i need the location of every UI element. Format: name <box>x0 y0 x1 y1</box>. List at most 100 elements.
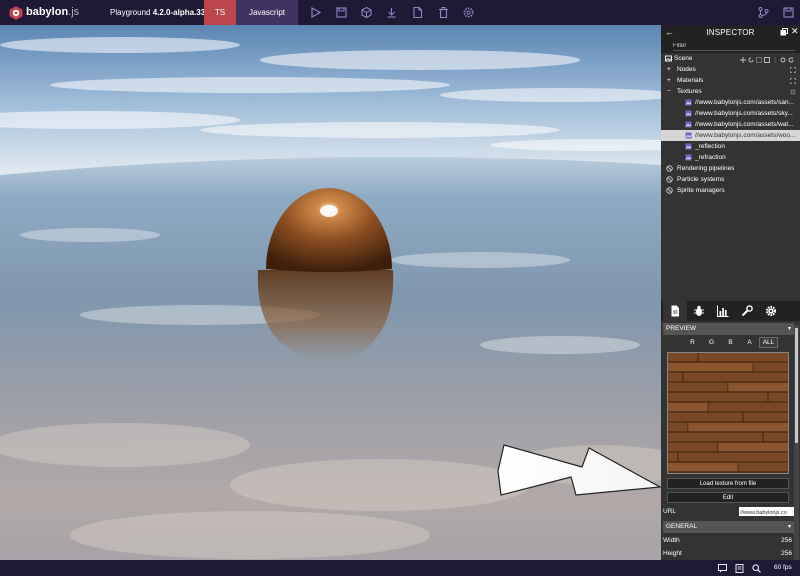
bounding-box-gizmo-icon[interactable] <box>764 56 770 62</box>
playground-app: babylon.js Playground 4.2.0-alpha.33 TS … <box>0 0 800 576</box>
logo-text[interactable]: babylon.js <box>26 6 79 18</box>
cube-icon[interactable] <box>360 6 373 19</box>
tree-item-texture-selected[interactable]: //www.babylonjs.com/assets/woo... <box>661 130 800 141</box>
popout-icon[interactable] <box>780 28 788 36</box>
settings-gear-icon <box>765 305 777 317</box>
load-texture-button[interactable]: Load texture from file <box>667 478 789 489</box>
texture-preview <box>667 352 789 474</box>
tree-item-texture[interactable]: _reflection <box>661 141 800 152</box>
channel-all-button[interactable]: ALL <box>759 337 778 348</box>
tree-item-texture[interactable]: _refraction <box>661 152 800 163</box>
tree-label-sprite-managers: Sprite managers <box>677 185 725 196</box>
tab-typescript[interactable]: TS <box>204 0 236 25</box>
download-icon[interactable] <box>385 6 398 19</box>
edit-texture-button[interactable]: Edit <box>667 492 789 503</box>
tree-item-texture[interactable]: //www.babylonjs.com/assets/wat... <box>661 119 800 130</box>
separator <box>772 56 778 62</box>
babylon-logo-icon[interactable] <box>8 5 24 21</box>
tree-item-nodes[interactable]: + Nodes <box>661 64 800 75</box>
tree-item-sprite-managers[interactable]: Sprite managers <box>661 185 800 196</box>
tools-wrench-icon <box>741 305 753 317</box>
trash-icon[interactable] <box>437 6 450 19</box>
examples-icon[interactable] <box>735 564 744 573</box>
filter-input[interactable] <box>673 41 795 51</box>
tree-item-scene[interactable]: Scene <box>661 53 800 64</box>
new-file-icon[interactable] <box>411 6 424 19</box>
height-label: Height <box>663 550 682 557</box>
preview-section-header[interactable]: PREVIEW ▾ <box>663 323 794 335</box>
ban-icon <box>666 176 673 183</box>
move-gizmo-icon[interactable] <box>740 56 746 62</box>
feedback-icon[interactable] <box>718 564 727 573</box>
property-tabs <box>661 301 800 321</box>
tree-item-textures[interactable]: − Textures <box>661 86 800 97</box>
tree-item-texture[interactable]: //www.babylonjs.com/assets/san... <box>661 97 800 108</box>
expand-plus-icon[interactable]: + <box>667 64 671 75</box>
texture-icon <box>685 110 692 117</box>
version-number: 4.2.0-alpha.33 <box>153 8 205 17</box>
tab-tools[interactable] <box>735 301 759 321</box>
tree-item-particle-systems[interactable]: Particle systems <box>661 174 800 185</box>
logo-suffix-text: .js <box>68 6 79 18</box>
general-section-header[interactable]: GENERAL ▾ <box>663 521 794 533</box>
width-row: Width 256 <box>663 534 794 547</box>
collapse-minus-icon[interactable]: − <box>667 86 671 97</box>
tree-item-rendering-pipelines[interactable]: Rendering pipelines <box>661 163 800 174</box>
search-icon[interactable] <box>752 564 761 573</box>
texture-icon <box>685 99 692 106</box>
properties-icon <box>669 305 681 317</box>
logo-main-text: babylon <box>26 6 68 18</box>
channel-r-button[interactable]: R <box>683 337 702 348</box>
scene-tools <box>740 53 794 64</box>
tab-properties[interactable] <box>663 301 687 321</box>
url-input[interactable]: //www.babylonjs.co <box>739 507 794 516</box>
rotate-gizmo-icon[interactable] <box>748 56 754 62</box>
tab-debug[interactable] <box>687 301 711 321</box>
scale-gizmo-icon[interactable] <box>756 56 762 62</box>
inspector-panel: ← INSPECTOR ✕ Scene <box>661 25 800 560</box>
channel-a-button[interactable]: A <box>740 337 759 348</box>
height-value: 256 <box>781 547 792 560</box>
save-icon[interactable] <box>335 6 348 19</box>
version-label: Playground 4.2.0-alpha.33 <box>110 8 205 17</box>
collapse-all-icon[interactable] <box>790 88 796 94</box>
debug-icon[interactable] <box>757 6 770 19</box>
width-label: Width <box>663 537 680 544</box>
save-snippet-icon[interactable] <box>782 6 795 19</box>
refresh-icon[interactable] <box>788 56 794 62</box>
settings-icon[interactable] <box>462 6 475 19</box>
tree-label-texture: _reflection <box>695 141 799 152</box>
render-canvas[interactable] <box>0 25 661 560</box>
tree-label-texture: //www.babylonjs.com/assets/san... <box>695 97 799 108</box>
texture-icon <box>685 132 692 139</box>
tree-label-texture: //www.babylonjs.com/assets/sky... <box>695 108 799 119</box>
general-header-label: GENERAL <box>666 523 697 530</box>
tree-item-materials[interactable]: + Materials <box>661 75 800 86</box>
pick-icon[interactable] <box>780 56 786 62</box>
tree-label-particle-systems: Particle systems <box>677 174 724 185</box>
bottom-bar: 60 fps <box>0 560 800 576</box>
filter-bar <box>661 39 800 53</box>
chevron-down-icon: ▾ <box>788 521 791 533</box>
width-value: 256 <box>781 534 792 547</box>
expand-all-icon[interactable] <box>790 66 796 72</box>
channel-b-button[interactable]: B <box>721 337 740 348</box>
statistics-icon <box>717 305 729 317</box>
expand-all-icon[interactable] <box>790 77 796 83</box>
play-icon[interactable] <box>309 6 322 19</box>
expand-plus-icon[interactable]: + <box>667 75 671 86</box>
tab-statistics[interactable] <box>711 301 735 321</box>
texture-icon <box>685 121 692 128</box>
tree-label-texture: _refraction <box>695 152 799 163</box>
height-row: Height 256 <box>663 547 794 560</box>
properties-scrollbar-thumb[interactable] <box>795 328 798 443</box>
url-label: URL <box>663 508 676 515</box>
tab-settings[interactable] <box>759 301 783 321</box>
tree-label-texture: //www.babylonjs.com/assets/woo... <box>695 130 799 141</box>
tree-item-texture[interactable]: //www.babylonjs.com/assets/sky... <box>661 108 800 119</box>
texture-icon <box>685 143 692 150</box>
close-icon[interactable]: ✕ <box>791 26 799 37</box>
channel-g-button[interactable]: G <box>702 337 721 348</box>
properties-pane: PREVIEW ▾ R G B A ALL <box>661 321 800 560</box>
tab-javascript[interactable]: Javascript <box>236 0 298 25</box>
